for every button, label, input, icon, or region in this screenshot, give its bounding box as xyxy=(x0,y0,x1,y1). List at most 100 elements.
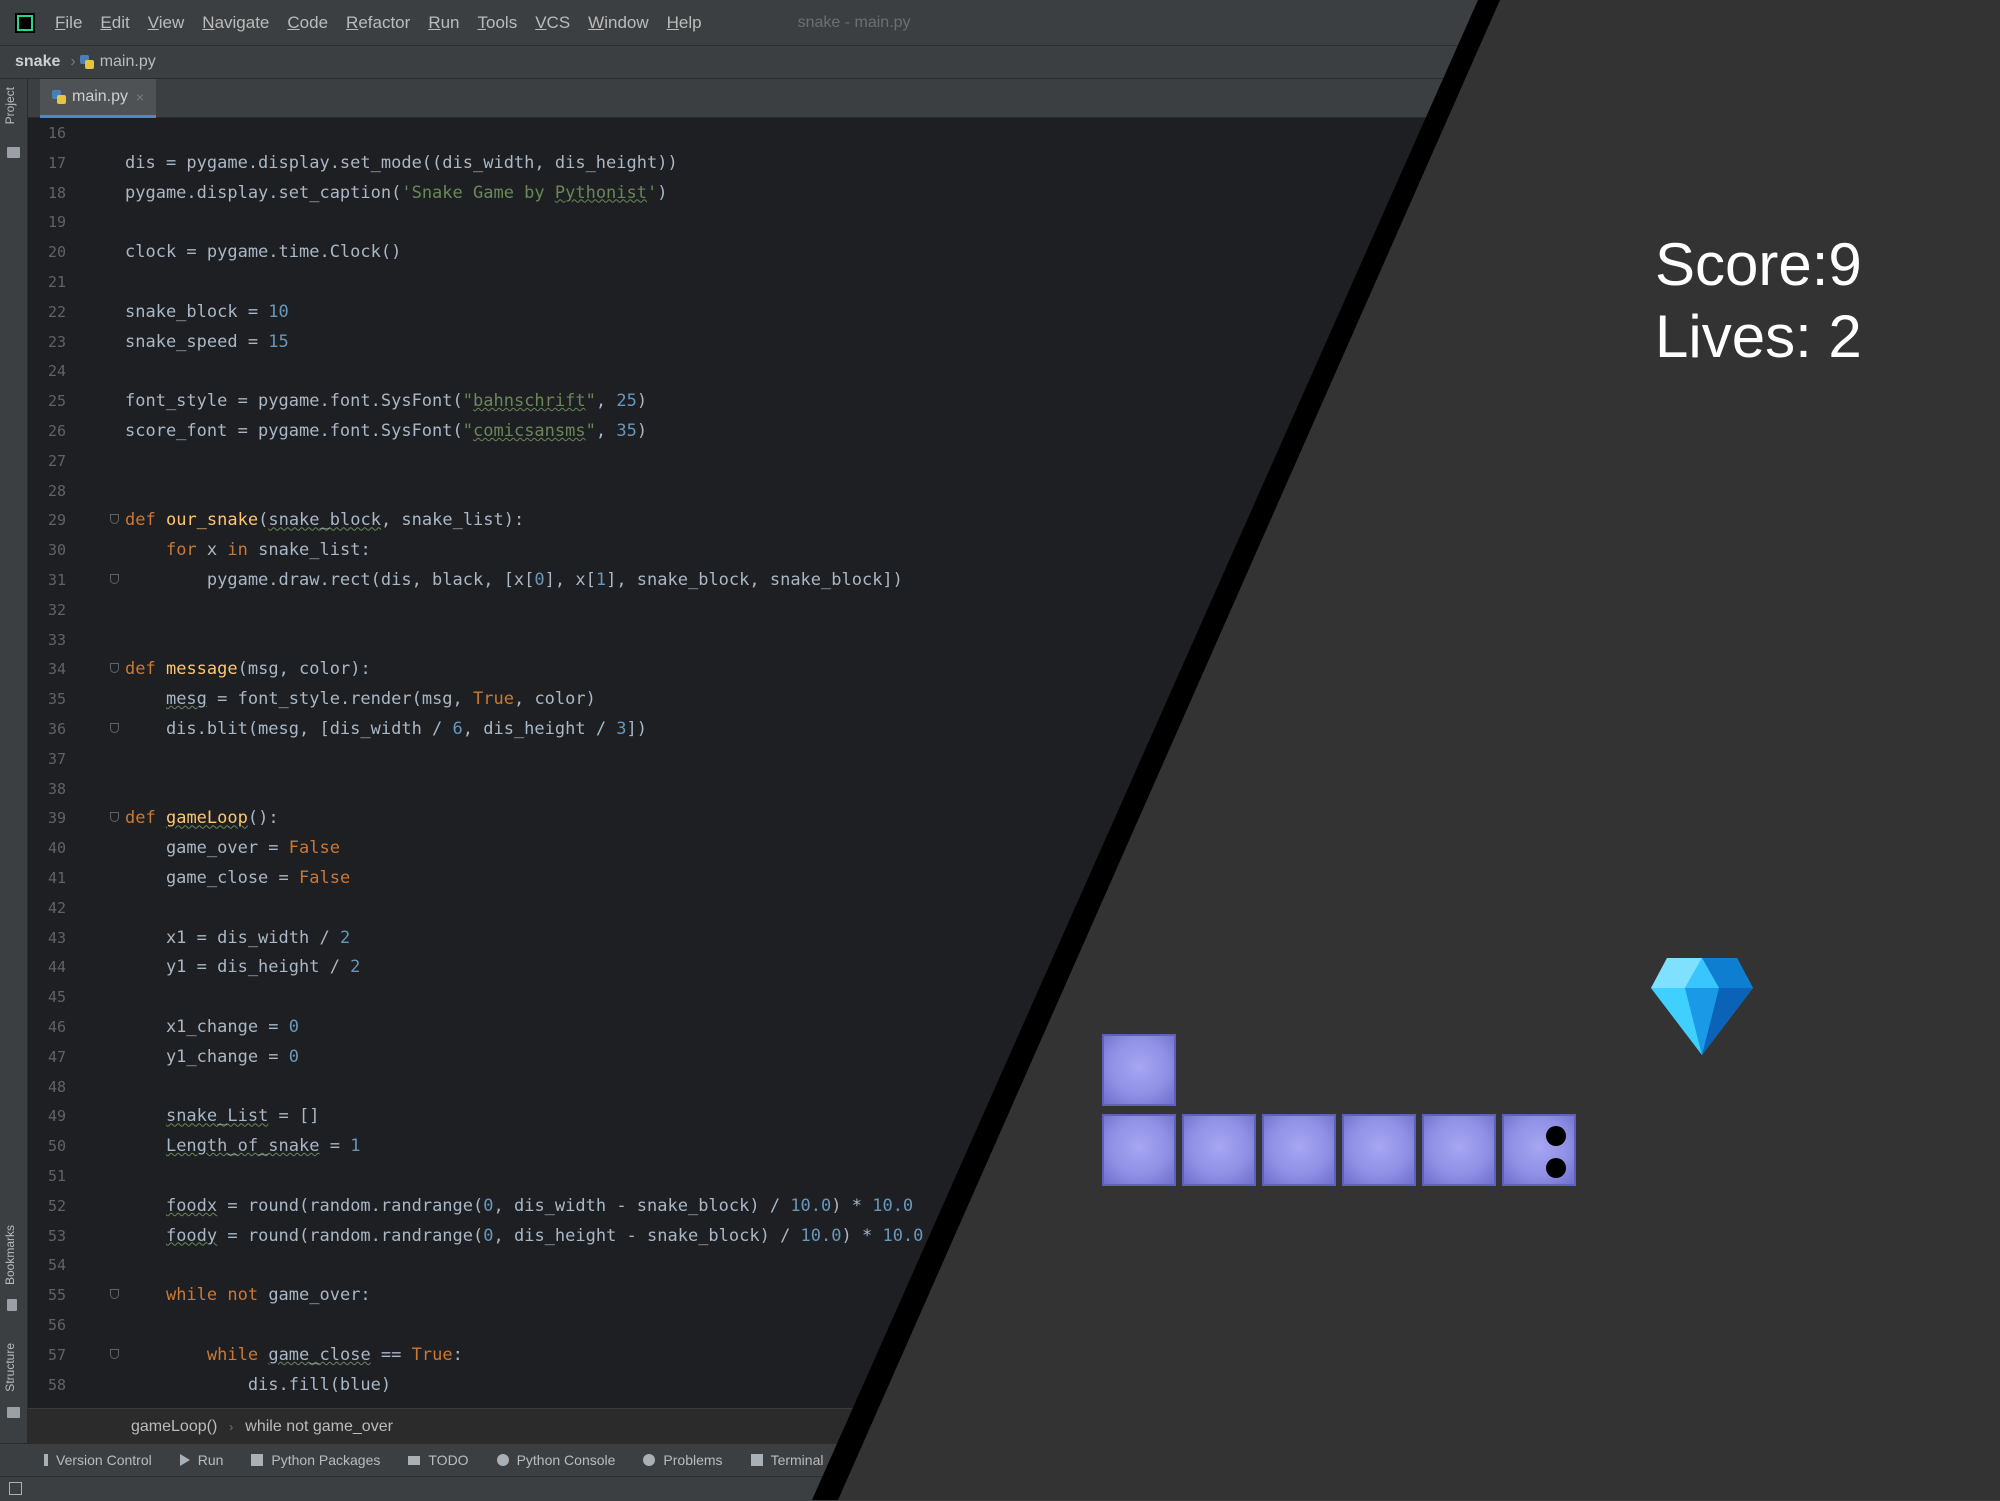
structure-icon[interactable] xyxy=(7,1407,20,1418)
window-title: snake - main.py xyxy=(797,13,911,31)
line-number: 53 xyxy=(47,1226,66,1245)
python-packages-button[interactable]: Python Packages xyxy=(251,1452,380,1468)
tool-label: Run xyxy=(197,1452,224,1468)
line-number: 17 xyxy=(47,153,66,172)
code-text: y1_change = 0 xyxy=(125,1046,300,1067)
version-control-button[interactable]: Version Control xyxy=(44,1452,152,1468)
line-number: 22 xyxy=(47,302,66,321)
fold-icon[interactable] xyxy=(110,663,119,674)
tool-label: Python Console xyxy=(516,1452,616,1468)
code-text: pygame.display.set_caption('Snake Game b… xyxy=(125,182,668,203)
menu-refactor[interactable]: Refactor xyxy=(346,13,410,33)
menu-tools[interactable]: Tools xyxy=(478,13,518,33)
tool-label: Problems xyxy=(663,1452,723,1468)
code-text: dis.blit(mesg, [dis_width / 6, dis_heigh… xyxy=(125,719,648,739)
snake-eye xyxy=(1546,1158,1566,1178)
line-number: 50 xyxy=(47,1137,66,1156)
fold-icon[interactable] xyxy=(110,1289,119,1300)
line-number: 36 xyxy=(47,720,66,738)
line-number: 47 xyxy=(47,1047,66,1066)
tool-label: TODO xyxy=(428,1452,469,1468)
line-number: 27 xyxy=(47,451,66,470)
code-text: game_close = False xyxy=(125,868,351,888)
branch-icon xyxy=(44,1454,48,1466)
score-label: Score:9 xyxy=(1655,231,1862,298)
line-number: 18 xyxy=(47,183,66,202)
line-number: 40 xyxy=(47,839,66,858)
code-text: foody = round(random.randrange(0, dis_he… xyxy=(165,1225,924,1246)
fold-icon[interactable] xyxy=(110,812,119,823)
code-text: mesg = font_style.render(msg, True, colo… xyxy=(165,689,596,710)
tab-main-py[interactable]: main.py × xyxy=(40,79,157,118)
play-icon xyxy=(179,1454,190,1466)
snake-eye xyxy=(1546,1126,1566,1146)
code-text: x1 = dis_width / 2 xyxy=(125,927,351,948)
line-number: 16 xyxy=(47,124,66,142)
code-text: dis.fill(blue) xyxy=(125,1374,392,1395)
project-tool-button[interactable]: Project xyxy=(3,87,17,124)
problems-button[interactable]: Problems xyxy=(643,1452,723,1468)
menu-vcs[interactable]: VCS xyxy=(535,13,570,33)
line-number: 33 xyxy=(47,630,66,649)
tab-label: main.py xyxy=(72,88,129,105)
fold-icon[interactable] xyxy=(110,1348,119,1359)
lives-label: Lives: 2 xyxy=(1655,303,1862,370)
code-text: while not game_over: xyxy=(165,1285,371,1306)
bookmark-icon[interactable] xyxy=(7,1299,17,1311)
fold-icon[interactable] xyxy=(110,574,119,584)
line-number: 38 xyxy=(47,779,66,798)
python-console-button[interactable]: Python Console xyxy=(496,1452,616,1468)
line-number: 21 xyxy=(47,273,66,291)
menu-window[interactable]: Window xyxy=(588,13,648,33)
menu-navigate[interactable]: Navigate xyxy=(202,13,269,33)
code-text: pygame.draw.rect(dis, black, [x[0], x[1]… xyxy=(125,570,903,590)
nav-project[interactable]: snake xyxy=(15,53,60,71)
nav-separator: › xyxy=(70,53,76,70)
code-text: y1 = dis_height / 2 xyxy=(125,957,361,978)
snake-head xyxy=(1502,1114,1576,1186)
line-number: 30 xyxy=(47,541,66,560)
nav-file[interactable]: main.py xyxy=(100,53,156,71)
line-number: 44 xyxy=(47,958,66,977)
line-number: 39 xyxy=(47,809,66,828)
code-text: for x in snake_list: xyxy=(165,540,371,561)
menu-file[interactable]: File xyxy=(55,13,82,33)
code-text: while game_close == True: xyxy=(206,1344,463,1365)
code-text: x1_change = 0 xyxy=(125,1017,300,1037)
layout-icon[interactable] xyxy=(9,1482,22,1495)
line-number: 58 xyxy=(47,1375,66,1394)
menu-edit[interactable]: Edit xyxy=(100,13,129,33)
snake-segment xyxy=(1102,1114,1176,1186)
menu-help[interactable]: Help xyxy=(667,13,702,33)
line-number: 26 xyxy=(47,422,66,440)
folder-icon[interactable] xyxy=(7,147,20,158)
fold-icon[interactable] xyxy=(110,723,119,733)
run-button[interactable]: Run xyxy=(179,1452,224,1468)
menu-code[interactable]: Code xyxy=(287,13,328,33)
snake-segment xyxy=(1102,1034,1176,1106)
todo-button[interactable]: TODO xyxy=(408,1452,469,1468)
line-number: 55 xyxy=(47,1286,66,1305)
breadcrumb-item[interactable]: while not game_over xyxy=(245,1418,393,1436)
structure-tool-button[interactable]: Structure xyxy=(3,1343,17,1392)
bookmarks-tool-button[interactable]: Bookmarks xyxy=(3,1225,17,1285)
code-text: def message(msg, color): xyxy=(125,659,371,680)
line-number: 51 xyxy=(47,1167,66,1185)
fold-icon[interactable] xyxy=(110,514,119,525)
line-number: 23 xyxy=(47,332,66,351)
line-number: 56 xyxy=(47,1316,66,1334)
tool-label: Python Packages xyxy=(271,1452,381,1468)
code-text: Length_of_snake = 1 xyxy=(165,1136,361,1157)
menu-view[interactable]: View xyxy=(148,13,185,33)
line-number: 49 xyxy=(47,1107,66,1126)
menu-run[interactable]: Run xyxy=(428,13,459,33)
breadcrumb-item[interactable]: gameLoop() xyxy=(131,1418,217,1436)
code-text: def gameLoop(): xyxy=(125,808,279,829)
close-icon[interactable]: × xyxy=(136,89,144,105)
code-text: foodx = round(random.randrange(0, dis_wi… xyxy=(165,1195,914,1216)
terminal-button[interactable]: Terminal xyxy=(750,1452,823,1468)
line-number: 37 xyxy=(47,749,66,768)
line-number: 45 xyxy=(47,988,66,1007)
line-number: 34 xyxy=(47,660,66,679)
line-number: 20 xyxy=(47,243,66,262)
